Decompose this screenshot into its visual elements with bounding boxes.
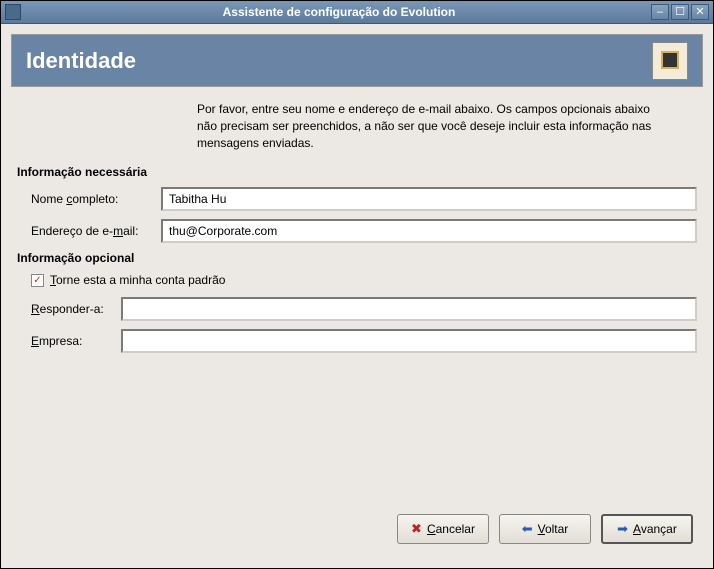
replyto-row: Responder-a: [17, 297, 697, 321]
cancel-label: Cancelar [427, 522, 475, 536]
header-banner: Identidade [11, 34, 703, 87]
forward-button[interactable]: ➡ Avançar [601, 514, 693, 544]
back-label: Voltar [538, 522, 569, 536]
app-icon [5, 4, 21, 20]
section-optional: Informação opcional [17, 251, 697, 265]
forward-label: Avançar [633, 522, 677, 536]
back-button[interactable]: ⬅ Voltar [499, 514, 591, 544]
intro-text: Por favor, entre seu nome e endereço de … [197, 101, 657, 151]
close-button[interactable]: ✕ [691, 4, 709, 20]
org-label: Empresa: [31, 334, 121, 348]
replyto-input[interactable] [121, 297, 697, 321]
fullname-input[interactable] [161, 187, 697, 211]
default-account-label: Torne esta a minha conta padrão [50, 273, 225, 287]
titlebar-buttons: – ☐ ✕ [651, 4, 709, 20]
button-bar: ✖ Cancelar ⬅ Voltar ➡ Avançar [11, 506, 703, 558]
email-row: Endereço de e-mail: [17, 219, 697, 243]
minimize-button[interactable]: – [651, 4, 669, 20]
org-row: Empresa: [17, 329, 697, 353]
content-area: Identidade Por favor, entre seu nome e e… [1, 24, 713, 568]
org-input[interactable] [121, 329, 697, 353]
window: Assistente de configuração do Evolution … [0, 0, 714, 569]
cancel-button[interactable]: ✖ Cancelar [397, 514, 489, 544]
cancel-icon: ✖ [411, 521, 422, 537]
default-account-row: ✓ Torne esta a minha conta padrão [17, 273, 697, 287]
maximize-button[interactable]: ☐ [671, 4, 689, 20]
arrow-left-icon: ⬅ [522, 521, 533, 537]
window-title: Assistente de configuração do Evolution [27, 5, 651, 19]
fullname-row: Nome completo: [17, 187, 697, 211]
form-body: Por favor, entre seu nome e endereço de … [11, 101, 703, 506]
fullname-label: Nome completo: [31, 192, 161, 206]
section-required: Informação necessária [17, 165, 697, 179]
page-title: Identidade [26, 48, 136, 74]
default-account-checkbox[interactable]: ✓ [31, 274, 44, 287]
arrow-right-icon: ➡ [617, 521, 628, 537]
email-input[interactable] [161, 219, 697, 243]
titlebar: Assistente de configuração do Evolution … [1, 1, 713, 24]
identity-icon [652, 42, 688, 80]
email-label: Endereço de e-mail: [31, 224, 161, 238]
replyto-label: Responder-a: [31, 302, 121, 316]
